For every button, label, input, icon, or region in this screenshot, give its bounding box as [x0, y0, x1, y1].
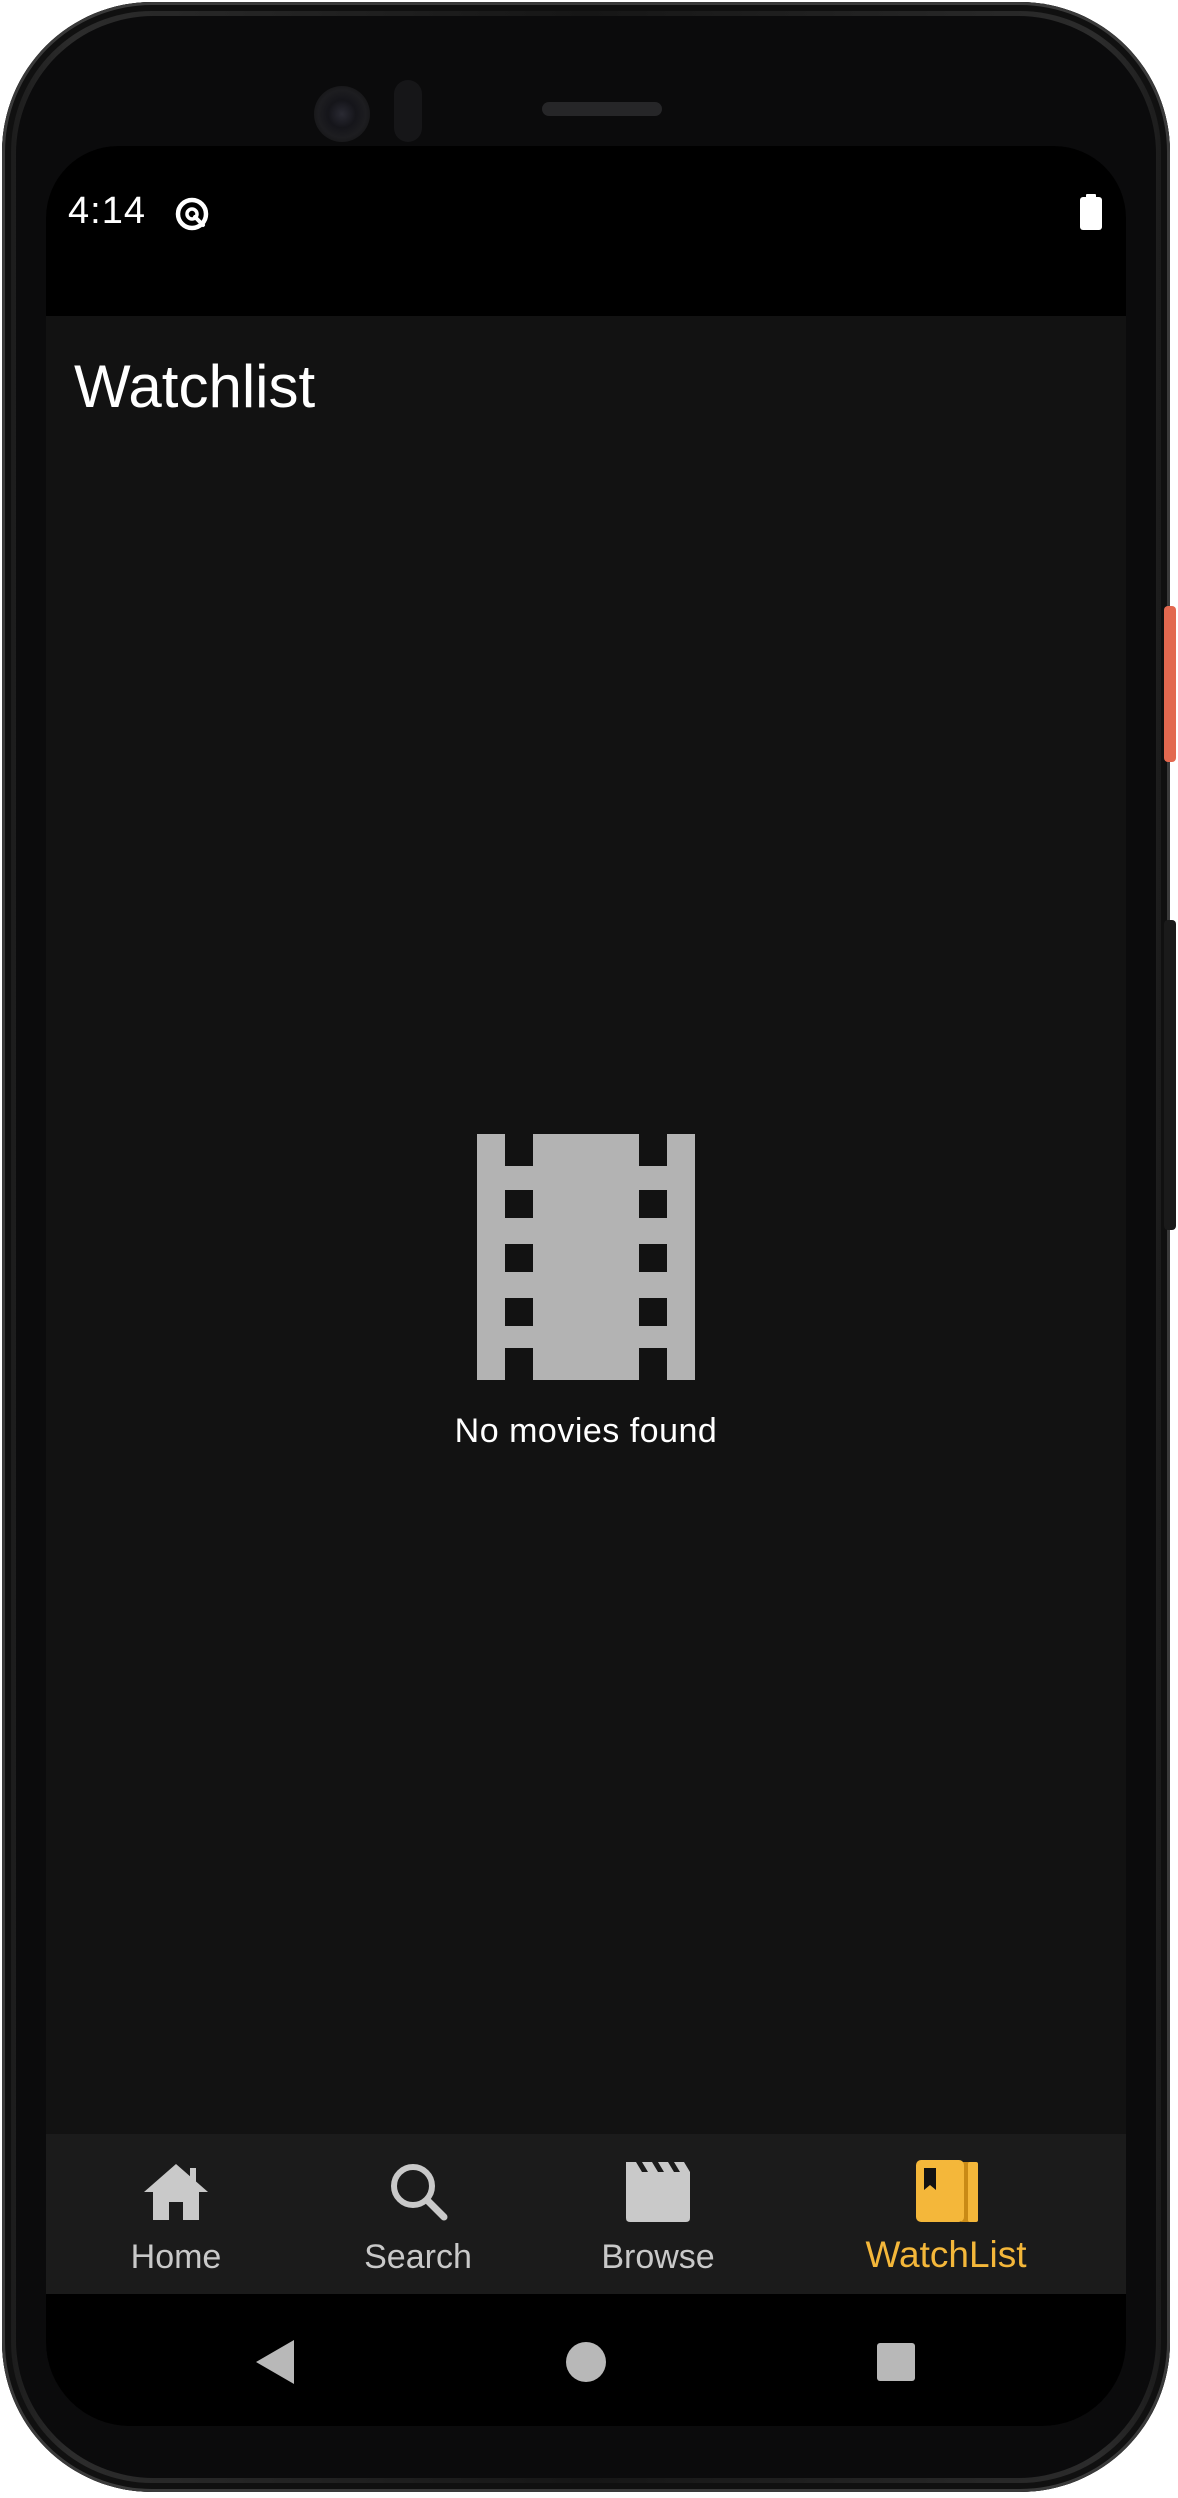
front-camera [314, 86, 370, 142]
clapperboard-icon [626, 2162, 690, 2222]
data-saver-icon [175, 197, 209, 231]
earpiece-speaker [542, 102, 662, 116]
home-circle-icon[interactable] [556, 2332, 616, 2392]
camera-sensor [394, 80, 422, 142]
bookmark-book-icon [916, 2160, 978, 2222]
status-bar: 4:14 [46, 146, 1126, 316]
empty-state-message: No movies found [454, 1412, 718, 1450]
battery-icon [1080, 194, 1102, 230]
power-button [1164, 606, 1176, 762]
nav-item-home[interactable]: Home [86, 2134, 266, 2294]
search-icon [391, 2164, 448, 2221]
nav-item-browse[interactable]: Browse [568, 2134, 748, 2294]
bottom-navigation: Home Search Browse WatchList [46, 2134, 1126, 2294]
volume-button [1164, 920, 1176, 1230]
app-screen: 4:14 Watchlist No movies found Home Sear… [46, 146, 1126, 2426]
system-navigation-bar [46, 2294, 1126, 2426]
nav-label-watchlist: WatchList [865, 2234, 1027, 2275]
nav-label-home: Home [130, 2238, 222, 2276]
page-title: Watchlist [74, 353, 316, 420]
movie-film-icon [477, 1134, 695, 1380]
back-icon[interactable] [246, 2332, 306, 2392]
nav-label-search: Search [364, 2238, 472, 2276]
nav-label-browse: Browse [601, 2238, 715, 2276]
status-time: 4:14 [68, 190, 146, 232]
recents-square-icon[interactable] [866, 2332, 926, 2392]
nav-item-search[interactable]: Search [328, 2134, 508, 2294]
nav-item-watchlist[interactable]: WatchList [836, 2134, 1056, 2294]
home-icon [144, 2164, 208, 2220]
empty-state: No movies found [46, 1134, 1126, 1451]
